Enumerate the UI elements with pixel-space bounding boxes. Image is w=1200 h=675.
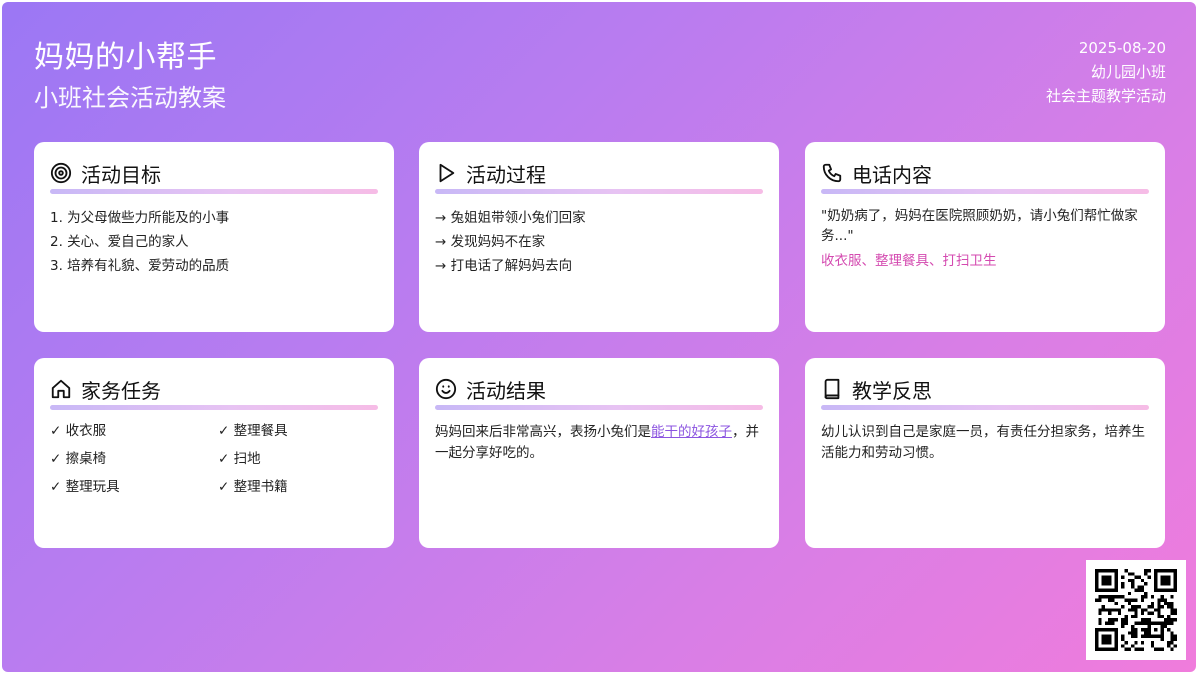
qr-code-pattern: [1095, 569, 1177, 651]
process-list: → 兔姐姐带领小兔们回家 → 发现妈妈不在家 → 打电话了解妈妈去向: [435, 206, 763, 278]
list-item: → 打电话了解妈妈去向: [435, 258, 573, 274]
list-item: → 发现妈妈不在家: [435, 234, 546, 250]
task-item: ✓ 整理玩具: [50, 479, 120, 495]
result-card-header: 活动结果: [435, 376, 763, 403]
card-divider: [50, 189, 378, 194]
list-item: 3. 培养有礼貌、爱劳动的品质: [50, 258, 230, 274]
phone-chores: 收衣服、整理餐具、打扫卫生: [821, 253, 997, 269]
list-item: → 兔姐姐带领小兔们回家: [435, 210, 586, 226]
goals-card: 活动目标 1. 为父母做些力所能及的小事 2. 关心、爱自己的家人 3. 培养有…: [34, 142, 394, 332]
qr-code[interactable]: [1086, 560, 1186, 660]
phone-card-header: 电话内容: [821, 160, 1149, 187]
process-card: 活动过程 → 兔姐姐带领小兔们回家 → 发现妈妈不在家 → 打电话了解妈妈去向: [419, 142, 779, 332]
process-card-header: 活动过程: [435, 160, 763, 187]
task-item: ✓ 扫地: [218, 451, 261, 467]
goals-list: 1. 为父母做些力所能及的小事 2. 关心、爱自己的家人 3. 培养有礼貌、爱劳…: [50, 206, 378, 278]
goals-card-header: 活动目标: [50, 160, 378, 187]
tasks-grid: ✓ 收衣服 ✓ 整理餐具 ✓ 擦桌椅 ✓ 扫地 ✓ 整理玩具 ✓ 整理书籍: [50, 420, 378, 498]
lesson-theme: 社会主题教学活动: [1045, 87, 1166, 105]
page-subtitle: 小班社会活动教案: [34, 84, 226, 112]
tasks-card: 家务任务 ✓ 收衣服 ✓ 整理餐具 ✓ 擦桌椅 ✓ 扫地 ✓ 整理玩具 ✓ 整理…: [34, 358, 394, 548]
result-text: 妈妈回来后非常高兴，表扬小兔们是能干的好孩子，并一起分享好吃的。: [435, 422, 763, 464]
reflection-text: 幼儿认识到自己是家庭一员，有责任分担家务，培养生活能力和劳动习惯。: [821, 424, 1145, 461]
card-divider: [435, 189, 763, 194]
home-icon: [51, 379, 71, 399]
play-icon: [439, 163, 455, 183]
task-item: ✓ 整理餐具: [218, 423, 288, 439]
reflection-card-title: 教学反思: [852, 378, 932, 403]
target-icon: [50, 162, 72, 184]
reflection-card-header: 教学反思: [821, 376, 1149, 403]
phone-card: 电话内容 "奶奶病了，妈妈在医院照顾奶奶，请小兔们帮忙做家务..." 收衣服、整…: [805, 142, 1165, 332]
result-card: 活动结果 妈妈回来后非常高兴，表扬小兔们是能干的好孩子，并一起分享好吃的。: [419, 358, 779, 548]
card-divider: [821, 405, 1149, 410]
phone-icon: [822, 163, 842, 183]
page-title: 妈妈的小帮手: [34, 40, 217, 75]
card-divider: [435, 405, 763, 410]
process-card-title: 活动过程: [466, 162, 546, 187]
praise-link[interactable]: 能干的好孩子: [651, 424, 732, 440]
card-divider: [821, 189, 1149, 194]
task-item: ✓ 收衣服: [50, 423, 107, 439]
phone-quote: "奶奶病了，妈妈在医院照顾奶奶，请小兔们帮忙做家务...": [821, 208, 1138, 244]
class-name: 幼儿园小班: [1090, 63, 1166, 81]
task-item: ✓ 整理书籍: [218, 479, 288, 495]
tasks-card-title: 家务任务: [81, 378, 161, 403]
task-item: ✓ 擦桌椅: [50, 451, 107, 467]
card-divider: [50, 405, 378, 410]
header-meta: 2025-08-20 幼儿园小班 社会主题教学活动: [1046, 36, 1166, 108]
reflection-card: 教学反思 幼儿认识到自己是家庭一员，有责任分担家务，培养生活能力和劳动习惯。: [805, 358, 1165, 548]
smile-icon: [435, 378, 457, 400]
goals-card-title: 活动目标: [81, 162, 161, 187]
book-icon: [824, 378, 840, 400]
page-background: 妈妈的小帮手 小班社会活动教案 2025-08-20 幼儿园小班 社会主题教学活…: [2, 2, 1196, 672]
list-item: 1. 为父母做些力所能及的小事: [50, 210, 230, 226]
result-text-before: 妈妈回来后非常高兴，表扬小兔们是: [435, 424, 651, 440]
list-item: 2. 关心、爱自己的家人: [50, 234, 189, 250]
phone-card-title: 电话内容: [852, 162, 932, 187]
result-card-title: 活动结果: [466, 378, 546, 403]
lesson-date: 2025-08-20: [1078, 39, 1166, 57]
tasks-card-header: 家务任务: [50, 376, 378, 403]
